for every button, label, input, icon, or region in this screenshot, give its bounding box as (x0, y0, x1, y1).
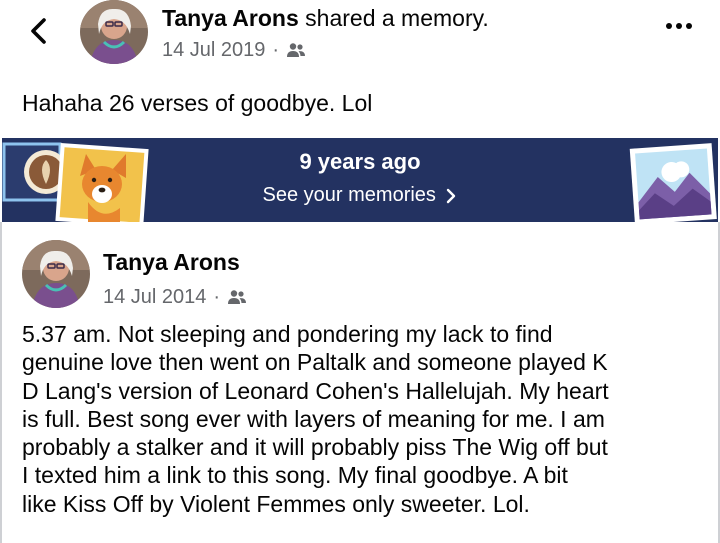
avatar[interactable] (80, 0, 148, 64)
shared-post-text: 5.37 am. Not sleeping and pondering my l… (22, 321, 609, 517)
chevron-left-icon (31, 18, 46, 44)
friends-icon (287, 43, 306, 57)
see-memories-label: See your memories (262, 184, 436, 207)
shared-post-meta: 14 Jul 2014 · (103, 285, 247, 309)
back-button[interactable] (24, 14, 54, 48)
more-options-icon (666, 23, 692, 29)
header-title: Tanya Arons shared a memory. (162, 4, 489, 32)
user-name[interactable]: Tanya Arons (162, 5, 299, 31)
shared-post-avatar[interactable] (22, 240, 90, 308)
memories-banner[interactable]: 9 years ago See your memories (0, 138, 720, 222)
more-options-button[interactable] (662, 16, 696, 36)
shared-post-date[interactable]: 14 Jul 2014 (103, 285, 206, 309)
chevron-right-icon (447, 188, 456, 203)
shared-post-user-name[interactable]: Tanya Arons (103, 248, 240, 276)
see-memories-link[interactable]: See your memories (2, 184, 718, 207)
post-meta: 14 Jul 2019 · (162, 38, 306, 62)
banner-background: 9 years ago See your memories (2, 138, 718, 222)
post-text: Hahaha 26 verses of goodbye. Lol (22, 90, 373, 116)
post-header: Tanya Arons shared a memory. 14 Jul 2019… (0, 0, 720, 80)
separator: · (213, 286, 221, 308)
post-date[interactable]: 14 Jul 2019 (162, 38, 265, 62)
memories-title: 9 years ago (299, 149, 421, 174)
memories-illustration-right (629, 143, 717, 222)
friends-icon (228, 290, 247, 304)
separator: · (272, 39, 280, 61)
action-text: shared a memory. (298, 5, 489, 31)
